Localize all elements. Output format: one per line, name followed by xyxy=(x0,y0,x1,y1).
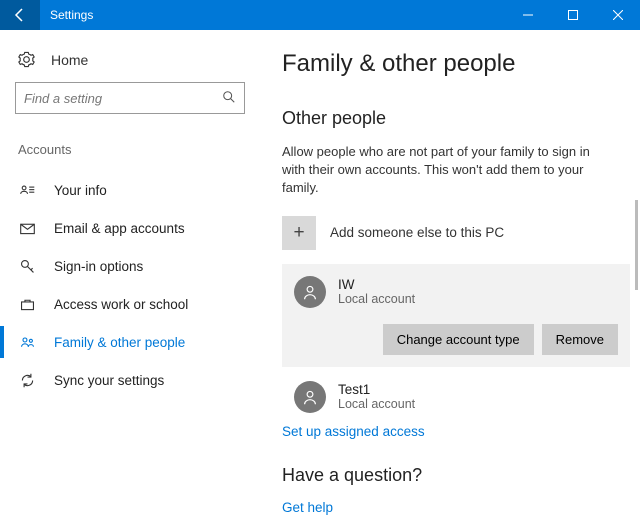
search-input[interactable] xyxy=(24,91,222,106)
person-card-icon xyxy=(18,181,36,199)
sidebar: Home Accounts Your info Email & app acco… xyxy=(0,30,260,515)
user-type: Local account xyxy=(338,397,415,411)
titlebar: Settings xyxy=(0,0,640,30)
window-controls xyxy=(505,0,640,30)
people-icon xyxy=(18,333,36,351)
scrollbar[interactable] xyxy=(635,200,638,290)
add-someone-button[interactable]: + Add someone else to this PC xyxy=(282,216,630,250)
change-account-type-button[interactable]: Change account type xyxy=(383,324,534,355)
minimize-button[interactable] xyxy=(505,0,550,30)
sync-icon xyxy=(18,371,36,389)
user-type: Local account xyxy=(338,292,415,306)
nav-label: Sign-in options xyxy=(54,259,143,274)
section-other-people-heading: Other people xyxy=(282,108,630,129)
remove-button[interactable]: Remove xyxy=(542,324,618,355)
page-title: Family & other people xyxy=(282,50,630,78)
sidebar-item-work[interactable]: Access work or school xyxy=(0,285,260,323)
home-label: Home xyxy=(51,52,88,68)
sidebar-item-your-info[interactable]: Your info xyxy=(0,171,260,209)
arrow-left-icon xyxy=(12,7,28,23)
sidebar-item-sync[interactable]: Sync your settings xyxy=(0,361,260,399)
key-icon xyxy=(18,257,36,275)
maximize-button[interactable] xyxy=(550,0,595,30)
home-link[interactable]: Home xyxy=(0,45,260,82)
nav-label: Family & other people xyxy=(54,335,185,350)
sidebar-item-signin[interactable]: Sign-in options xyxy=(0,247,260,285)
question-heading: Have a question? xyxy=(282,465,630,486)
close-icon xyxy=(613,10,623,20)
sidebar-item-email[interactable]: Email & app accounts xyxy=(0,209,260,247)
sidebar-item-family[interactable]: Family & other people xyxy=(0,323,260,361)
plus-icon: + xyxy=(282,216,316,250)
back-button[interactable] xyxy=(0,0,40,30)
maximize-icon xyxy=(568,10,578,20)
nav-label: Email & app accounts xyxy=(54,221,185,236)
gear-icon xyxy=(18,51,35,68)
nav-label: Your info xyxy=(54,183,107,198)
search-icon xyxy=(222,90,236,107)
add-someone-label: Add someone else to this PC xyxy=(330,225,504,240)
get-help-link[interactable]: Get help xyxy=(282,500,630,515)
minimize-icon xyxy=(523,10,533,20)
section-other-people-desc: Allow people who are not part of your fa… xyxy=(282,143,612,198)
user-name: Test1 xyxy=(338,382,415,397)
user-card-selected[interactable]: IW Local account Change account type Rem… xyxy=(282,264,630,367)
nav-label: Access work or school xyxy=(54,297,188,312)
search-box[interactable] xyxy=(15,82,245,114)
nav-label: Sync your settings xyxy=(54,373,164,388)
briefcase-icon xyxy=(18,295,36,313)
main-panel: Family & other people Other people Allow… xyxy=(260,30,640,515)
mail-icon xyxy=(18,219,36,237)
avatar-icon xyxy=(294,381,326,413)
assigned-access-link[interactable]: Set up assigned access xyxy=(282,424,425,439)
user-name: IW xyxy=(338,277,415,292)
avatar-icon xyxy=(294,276,326,308)
close-button[interactable] xyxy=(595,0,640,30)
window-title: Settings xyxy=(40,8,505,22)
group-label: Accounts xyxy=(0,142,260,171)
user-row[interactable]: Test1 Local account xyxy=(282,375,630,423)
